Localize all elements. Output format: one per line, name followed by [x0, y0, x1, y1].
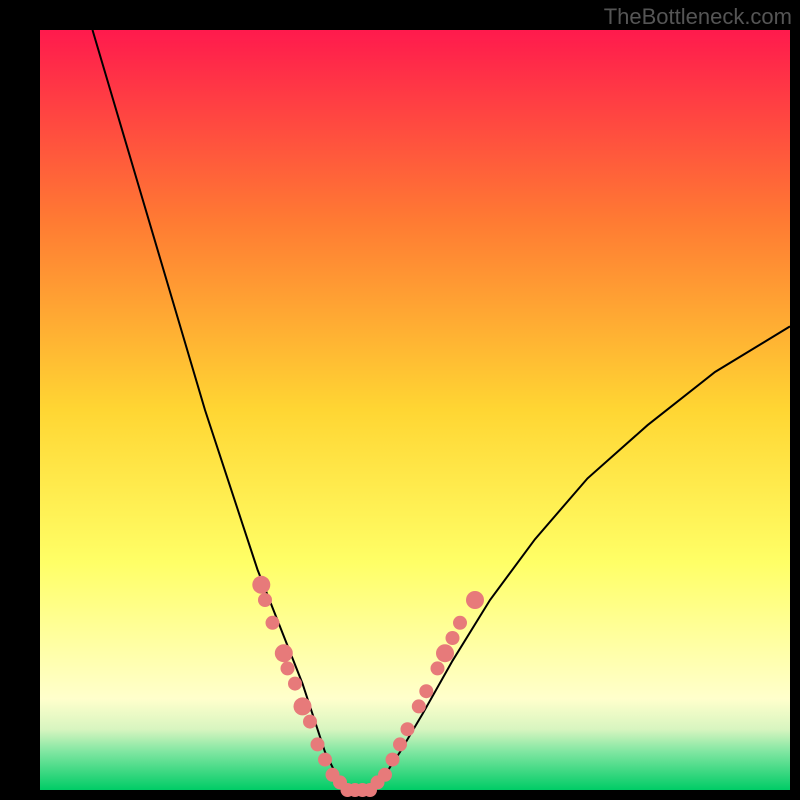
- marker-dot: [412, 699, 426, 713]
- marker-dot: [281, 661, 295, 675]
- marker-dot: [436, 644, 454, 662]
- marker-dot: [318, 753, 332, 767]
- marker-dot: [288, 677, 302, 691]
- bottleneck-chart: [0, 0, 800, 800]
- plot-background: [40, 30, 790, 790]
- marker-dot: [258, 593, 272, 607]
- marker-dot: [303, 715, 317, 729]
- marker-dot: [252, 576, 270, 594]
- marker-dot: [401, 722, 415, 736]
- marker-dot: [431, 661, 445, 675]
- marker-dot: [466, 591, 484, 609]
- marker-dot: [378, 768, 392, 782]
- marker-dot: [453, 616, 467, 630]
- marker-dot: [393, 737, 407, 751]
- marker-dot: [419, 684, 433, 698]
- marker-dot: [386, 753, 400, 767]
- watermark-text: TheBottleneck.com: [604, 4, 792, 30]
- marker-dot: [446, 631, 460, 645]
- marker-dot: [266, 616, 280, 630]
- marker-dot: [275, 644, 293, 662]
- marker-dot: [294, 697, 312, 715]
- chart-container: TheBottleneck.com: [0, 0, 800, 800]
- marker-dot: [311, 737, 325, 751]
